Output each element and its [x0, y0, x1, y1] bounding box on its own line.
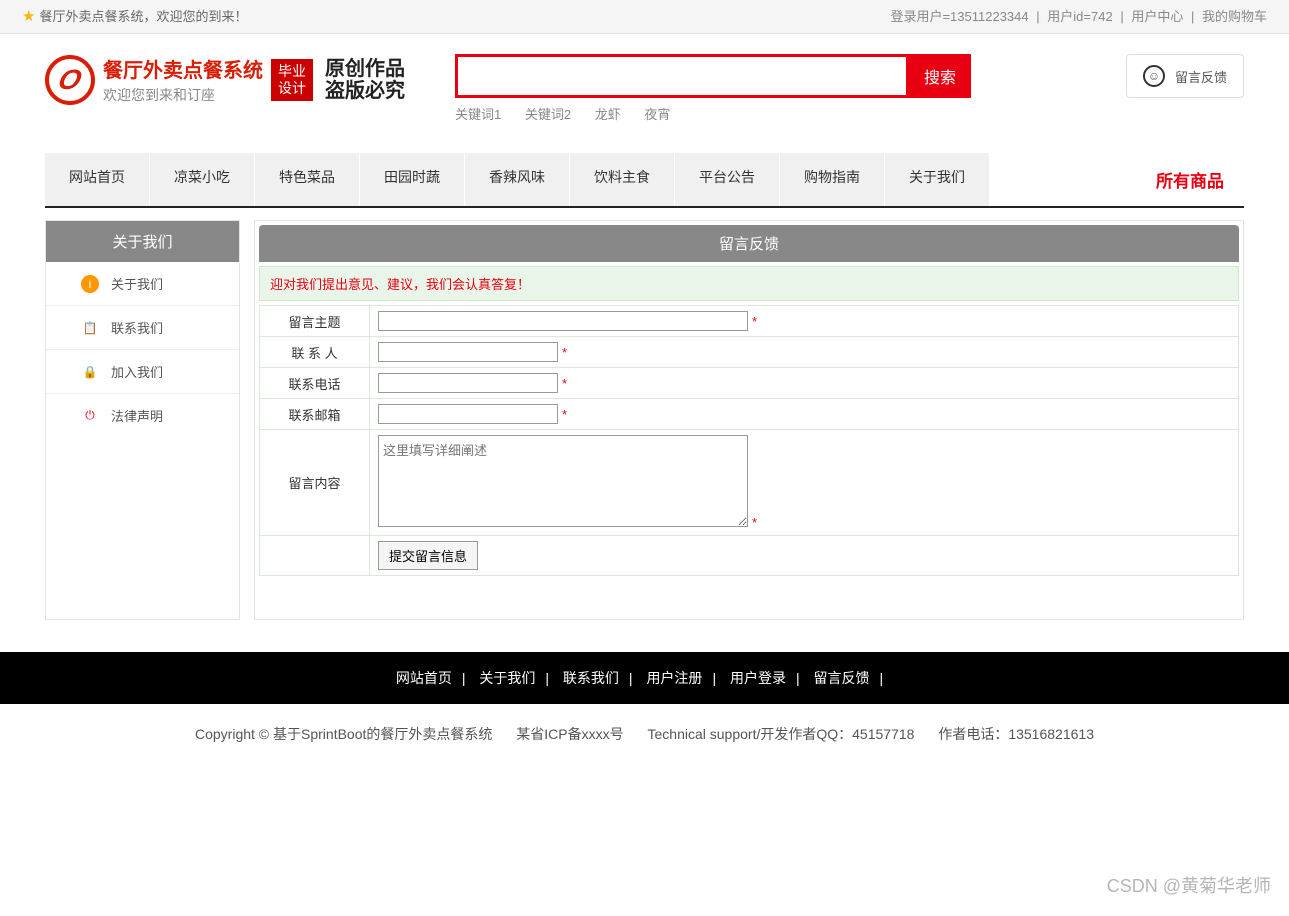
footer-link-home[interactable]: 网站首页 — [396, 670, 452, 686]
main-panel: 留言反馈 迎对我们提出意见、建议，我们会认真答复！ 留言主题 * 联 系 人 *… — [254, 220, 1244, 620]
nav-about[interactable]: 关于我们 — [885, 153, 990, 206]
feedback-button[interactable]: ☺ 留言反馈 — [1126, 54, 1244, 98]
email-input[interactable] — [378, 404, 558, 424]
required-mark: * — [752, 515, 757, 530]
nav-home[interactable]: 网站首页 — [45, 153, 150, 206]
star-icon: ★ — [22, 0, 35, 34]
keyword-link[interactable]: 夜宵 — [644, 107, 670, 122]
footer-link-feedback[interactable]: 留言反馈 — [814, 670, 870, 686]
icp-text: 某省ICP备xxxx号 — [516, 726, 623, 742]
user-id-value: 742 — [1091, 9, 1113, 24]
keyword-link[interactable]: 关键词1 — [455, 107, 501, 122]
headset-icon: ☺ — [1143, 65, 1165, 87]
label-phone: 联系电话 — [260, 368, 370, 399]
form-notice: 迎对我们提出意见、建议，我们会认真答复！ — [259, 266, 1239, 301]
my-cart-link[interactable]: 我的购物车 — [1202, 9, 1267, 24]
required-mark: * — [752, 314, 757, 329]
sidebar-item-about[interactable]: i 关于我们 — [46, 262, 239, 306]
sidebar-item-label: 法律声明 — [111, 406, 163, 425]
login-user-label: 登录用户= — [890, 9, 950, 24]
sidebar-title: 关于我们 — [46, 221, 239, 262]
feedback-form: 留言主题 * 联 系 人 * 联系电话 * 联系邮箱 * 留言内容 * 提交留言… — [259, 305, 1239, 576]
logo-block[interactable]: O 餐厅外卖点餐系统 欢迎您到来和订座 毕业 设计 原创作品 盗版必究 — [45, 54, 405, 105]
sidebar-item-label: 联系我们 — [111, 318, 163, 337]
watermark: CSDN @黄菊华老师 — [1107, 872, 1271, 898]
sidebar: 关于我们 i 关于我们 📋 联系我们 🔒 加入我们 ⏻ 法律声明 — [45, 220, 240, 620]
search-keywords: 关键词1 关键词2 龙虾 夜宵 — [455, 104, 971, 123]
nav-specialty[interactable]: 特色菜品 — [255, 153, 360, 206]
search-input[interactable] — [455, 54, 909, 98]
keyword-link[interactable]: 龙虾 — [595, 107, 621, 122]
topbar-welcome: ★ 餐厅外卖点餐系统，欢迎您的到来！ — [22, 0, 247, 33]
nav-guide[interactable]: 购物指南 — [780, 153, 885, 206]
nav-all-products[interactable]: 所有商品 — [1136, 153, 1244, 206]
footer-copyright: Copyright © 基于SprintBoot的餐厅外卖点餐系统 某省ICP备… — [0, 704, 1289, 764]
label-content: 留言内容 — [260, 430, 370, 536]
logo-subtitle: 欢迎您到来和订座 — [103, 85, 263, 105]
original-work-text: 原创作品 盗版必究 — [325, 58, 405, 102]
sidebar-item-contact[interactable]: 📋 联系我们 — [46, 306, 239, 350]
user-center-link[interactable]: 用户中心 — [1131, 9, 1183, 24]
nav-announce[interactable]: 平台公告 — [675, 153, 780, 206]
footer-link-about[interactable]: 关于我们 — [479, 670, 535, 686]
nav-vegetables[interactable]: 田园时蔬 — [360, 153, 465, 206]
content-textarea[interactable] — [378, 435, 748, 527]
required-mark: * — [562, 376, 567, 391]
logo-title: 餐厅外卖点餐系统 — [103, 54, 263, 83]
contact-input[interactable] — [378, 342, 558, 362]
label-subject: 留言主题 — [260, 306, 370, 337]
sidebar-item-legal[interactable]: ⏻ 法律声明 — [46, 394, 239, 437]
login-user-value: 13511223344 — [950, 9, 1029, 24]
topbar-right: 登录用户=13511223344 | 用户id=742 | 用户中心 | 我的购… — [890, 0, 1267, 33]
keyword-link[interactable]: 关键词2 — [525, 107, 571, 122]
sidebar-item-label: 加入我们 — [111, 362, 163, 381]
power-icon: ⏻ — [81, 407, 99, 425]
footer-nav: 网站首页| 关于我们| 联系我们| 用户注册| 用户登录| 留言反馈| — [0, 652, 1289, 704]
header: O 餐厅外卖点餐系统 欢迎您到来和订座 毕业 设计 原创作品 盗版必究 搜索 关… — [0, 34, 1289, 133]
user-id-label: 用户id= — [1047, 9, 1091, 24]
clipboard-icon: 📋 — [81, 319, 99, 337]
copyright-text: Copyright © 基于SprintBoot的餐厅外卖点餐系统 — [195, 726, 492, 742]
sidebar-item-label: 关于我们 — [111, 274, 163, 293]
topbar: ★ 餐厅外卖点餐系统，欢迎您的到来！ 登录用户=13511223344 | 用户… — [0, 0, 1289, 34]
label-contact: 联 系 人 — [260, 337, 370, 368]
footer-link-register[interactable]: 用户注册 — [646, 670, 702, 686]
nav-drinks[interactable]: 饮料主食 — [570, 153, 675, 206]
required-mark: * — [562, 407, 567, 422]
required-mark: * — [562, 345, 567, 360]
submit-button[interactable]: 提交留言信息 — [378, 541, 478, 570]
main-nav: 网站首页 凉菜小吃 特色菜品 田园时蔬 香辣风味 饮料主食 平台公告 购物指南 … — [45, 153, 1244, 208]
nav-cold-dishes[interactable]: 凉菜小吃 — [150, 153, 255, 206]
search-button[interactable]: 搜索 — [909, 54, 971, 98]
info-icon: i — [81, 275, 99, 293]
graduation-badge: 毕业 设计 — [271, 59, 313, 101]
nav-spicy[interactable]: 香辣风味 — [465, 153, 570, 206]
footer-link-login[interactable]: 用户登录 — [730, 670, 786, 686]
subject-input[interactable] — [378, 311, 748, 331]
tech-support-text: Technical support/开发作者QQ：45157718 — [648, 726, 915, 742]
welcome-text: 餐厅外卖点餐系统，欢迎您的到来！ — [39, 0, 247, 34]
phone-input[interactable] — [378, 373, 558, 393]
footer-link-contact[interactable]: 联系我们 — [563, 670, 619, 686]
content-container: 关于我们 i 关于我们 📋 联系我们 🔒 加入我们 ⏻ 法律声明 留言反馈 迎对… — [0, 208, 1289, 632]
sidebar-item-join[interactable]: 🔒 加入我们 — [46, 350, 239, 394]
logo-icon: O — [45, 55, 95, 105]
feedback-label: 留言反馈 — [1175, 67, 1227, 86]
main-title: 留言反馈 — [259, 225, 1239, 262]
search-block: 搜索 关键词1 关键词2 龙虾 夜宵 — [455, 54, 971, 123]
label-email: 联系邮箱 — [260, 399, 370, 430]
author-phone-text: 作者电话：13516821613 — [938, 726, 1094, 742]
lock-icon: 🔒 — [81, 363, 99, 381]
